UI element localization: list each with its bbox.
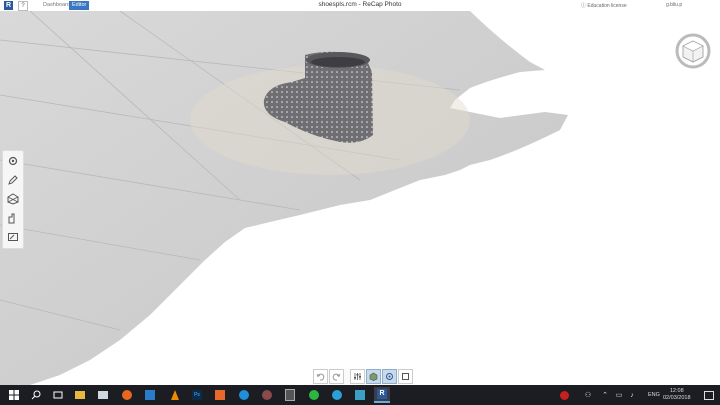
license-text: Education license [587, 3, 627, 9]
license-label: ⓘ Education license [581, 2, 627, 9]
pencil-icon[interactable] [5, 172, 21, 188]
vlc-icon[interactable] [167, 387, 183, 403]
windows-start-icon[interactable] [6, 387, 22, 403]
app-icon-6[interactable] [352, 387, 368, 403]
redo-icon[interactable] [329, 369, 344, 384]
user-menu[interactable]: g.bliu.p [666, 2, 682, 8]
sliders-icon[interactable] [350, 369, 365, 384]
photoshop-icon[interactable]: Ps [189, 387, 205, 403]
app-icon-2[interactable] [142, 387, 158, 403]
info-icon: ⓘ [581, 3, 587, 9]
firefox-icon[interactable] [119, 387, 135, 403]
clock-time: 12:08 [669, 388, 684, 394]
whatsapp-icon[interactable] [306, 387, 322, 403]
3d-viewport[interactable] [0, 11, 720, 385]
language-indicator[interactable]: ENG [648, 392, 660, 398]
file-explorer-icon[interactable] [72, 387, 88, 403]
app-icon-5[interactable] [259, 387, 275, 403]
mesh-render [0, 11, 568, 385]
app-icon-1[interactable] [95, 387, 111, 403]
clock-date: 02/03/2018 [663, 395, 691, 401]
app-icon-4[interactable] [236, 387, 252, 403]
left-toolbar [2, 150, 24, 249]
people-icon[interactable]: ⚇ [580, 387, 596, 403]
recap-taskbar-icon[interactable]: R [374, 387, 390, 403]
view-cube[interactable] [675, 33, 711, 69]
taskbar: Ps R ⚇ ⌃ ▭ ♪ ENG 12:08 02/03/2018 [0, 385, 720, 405]
floor-mesh [0, 11, 568, 385]
clock[interactable]: 12:08 02/03/2018 [663, 388, 691, 402]
calculator-icon[interactable] [282, 387, 298, 403]
export-icon[interactable] [5, 229, 21, 245]
notifications-icon[interactable] [701, 387, 717, 403]
volume-icon[interactable]: ♪ [624, 387, 640, 403]
textured-cube-icon[interactable] [366, 369, 381, 384]
search-icon[interactable] [28, 387, 44, 403]
telegram-icon[interactable] [329, 387, 345, 403]
orbit-icon[interactable] [382, 369, 397, 384]
bottom-toolbar [313, 369, 413, 384]
mesh-icon[interactable] [5, 191, 21, 207]
task-view-icon[interactable] [50, 387, 66, 403]
tray-app-icon[interactable] [556, 387, 572, 403]
crop-icon[interactable] [398, 369, 413, 384]
title-bar: R ? Dashboard Editor shoespls.rcm - ReCa… [0, 0, 720, 11]
undo-icon[interactable] [313, 369, 328, 384]
app-icon-3[interactable] [212, 387, 228, 403]
measure-icon[interactable] [5, 210, 21, 226]
settings-icon[interactable] [5, 153, 21, 169]
